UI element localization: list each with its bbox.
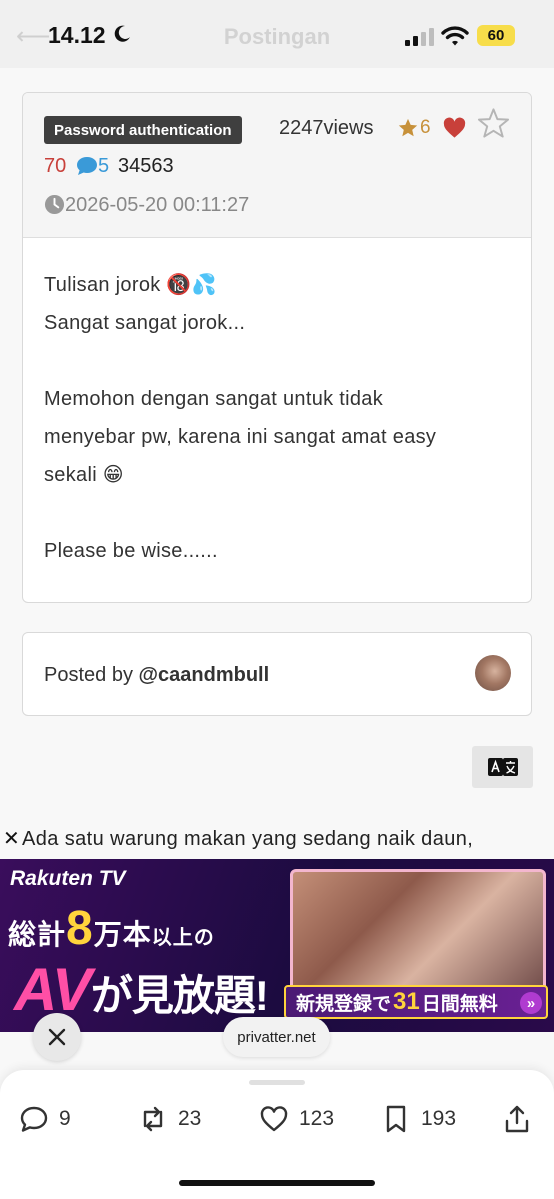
- bookmark-icon: [386, 1105, 406, 1133]
- ad-line2-rest: が見放題!: [90, 972, 269, 1019]
- avatar[interactable]: [475, 655, 511, 691]
- body-line: [44, 342, 510, 380]
- comment-count: 5: [98, 155, 110, 177]
- home-indicator[interactable]: [179, 1180, 375, 1186]
- moon-icon: [114, 25, 130, 42]
- ad-photo: [290, 869, 546, 997]
- repost-count: 23: [178, 1107, 202, 1130]
- password-hint-number: 34563: [118, 155, 174, 177]
- body-line: [44, 494, 510, 532]
- view-count: 2247views: [279, 117, 374, 139]
- chevron-right-icon: »: [520, 992, 542, 1014]
- translate-icon: [487, 758, 518, 776]
- dismiss-button[interactable]: [33, 1013, 81, 1061]
- ad-line1: 総計8万本以上の: [8, 901, 215, 956]
- body-line: Tulisan jorok 🔞💦: [44, 274, 217, 296]
- likes-count: 70: [44, 155, 67, 177]
- body-line: Memohon dengan sangat untuk tidak: [44, 388, 384, 410]
- action-bar: 9 23 123 193: [0, 1070, 554, 1199]
- reply-count: 9: [59, 1107, 71, 1130]
- body-line: Sangat sangat jorok...: [44, 312, 246, 334]
- author-card: Posted by @caandmbull: [22, 632, 532, 716]
- ad-cta-prefix: 新規登録で: [296, 993, 392, 1015]
- body-line: sekali 😁: [44, 464, 124, 486]
- ad-brand: Rakuten TV: [10, 867, 126, 891]
- clock-icon: [44, 194, 65, 215]
- status-time: 14.12: [48, 22, 106, 48]
- post-card: Password authentication 2247views 6 70 5…: [22, 92, 532, 603]
- like-count: 123: [299, 1107, 335, 1130]
- battery-indicator: 60: [477, 25, 515, 46]
- reply-button[interactable]: 9: [19, 1102, 71, 1136]
- wifi-icon: [441, 26, 469, 46]
- heart-icon: [443, 117, 466, 138]
- star-icon: [398, 118, 418, 137]
- body-line: menyebar pw, karena ini sangat amat easy: [44, 426, 437, 448]
- share-button[interactable]: [502, 1102, 542, 1136]
- star-count: 6: [420, 117, 431, 138]
- author-handle-link[interactable]: @caandmbull: [139, 664, 270, 686]
- ad-brand-tv: TV: [98, 867, 126, 890]
- like-button[interactable]: 123: [259, 1102, 334, 1136]
- ad-line1-prefix: 総計: [8, 919, 67, 950]
- ad-line1-num: 8: [66, 902, 94, 955]
- status-bar: ⟵ Postingan 14.12 60: [0, 0, 554, 68]
- ad-close-icon[interactable]: ✕: [3, 826, 20, 851]
- post-meta: Password authentication 2247views 6 70 5…: [23, 93, 531, 238]
- ad-cta-suffix: 日間無料: [421, 993, 498, 1015]
- ad-cta-days: 31: [393, 988, 420, 1015]
- ad-line1-suffix: 以上の: [151, 927, 215, 949]
- ad-banner[interactable]: Rakuten TV 総計8万本以上の AVが見放題! 新規登録で 31 日間無料 …: [0, 859, 554, 1032]
- translate-button[interactable]: [472, 746, 533, 788]
- grab-handle[interactable]: [249, 1080, 305, 1085]
- body-line: Please be wise......: [44, 540, 218, 562]
- posted-by-prefix: Posted by: [44, 664, 133, 686]
- ad-line1-unit: 万本: [93, 919, 152, 950]
- close-icon: [48, 1028, 66, 1046]
- ad-brand-name: Rakuten: [10, 867, 93, 890]
- cellular-signal-icon: [405, 28, 434, 46]
- favorite-star-icon[interactable]: [477, 107, 510, 139]
- comment-bubble-icon: [77, 157, 97, 175]
- post-date: 2026-05-20 00:11:27: [65, 194, 250, 216]
- password-auth-badge: Password authentication: [44, 116, 242, 144]
- ad-headline[interactable]: Ada satu warung makan yang sedang naik d…: [22, 828, 473, 851]
- bookmark-button[interactable]: 193: [381, 1102, 456, 1136]
- heart-outline-icon: [260, 1106, 288, 1132]
- post-body: Tulisan jorok 🔞💦 Sangat sangat jorok... …: [23, 238, 531, 570]
- posted-by: Posted by @caandmbull: [44, 664, 269, 687]
- ad-cta-button[interactable]: 新規登録で 31 日間無料 »: [284, 985, 548, 1019]
- battery-level: 60: [487, 27, 505, 44]
- repost-icon: [143, 1106, 163, 1132]
- bookmark-count: 193: [421, 1107, 457, 1130]
- share-icon: [505, 1105, 529, 1133]
- domain-pill[interactable]: privatter.net: [223, 1017, 330, 1057]
- reply-icon: [20, 1106, 48, 1132]
- repost-button[interactable]: 23: [138, 1102, 201, 1136]
